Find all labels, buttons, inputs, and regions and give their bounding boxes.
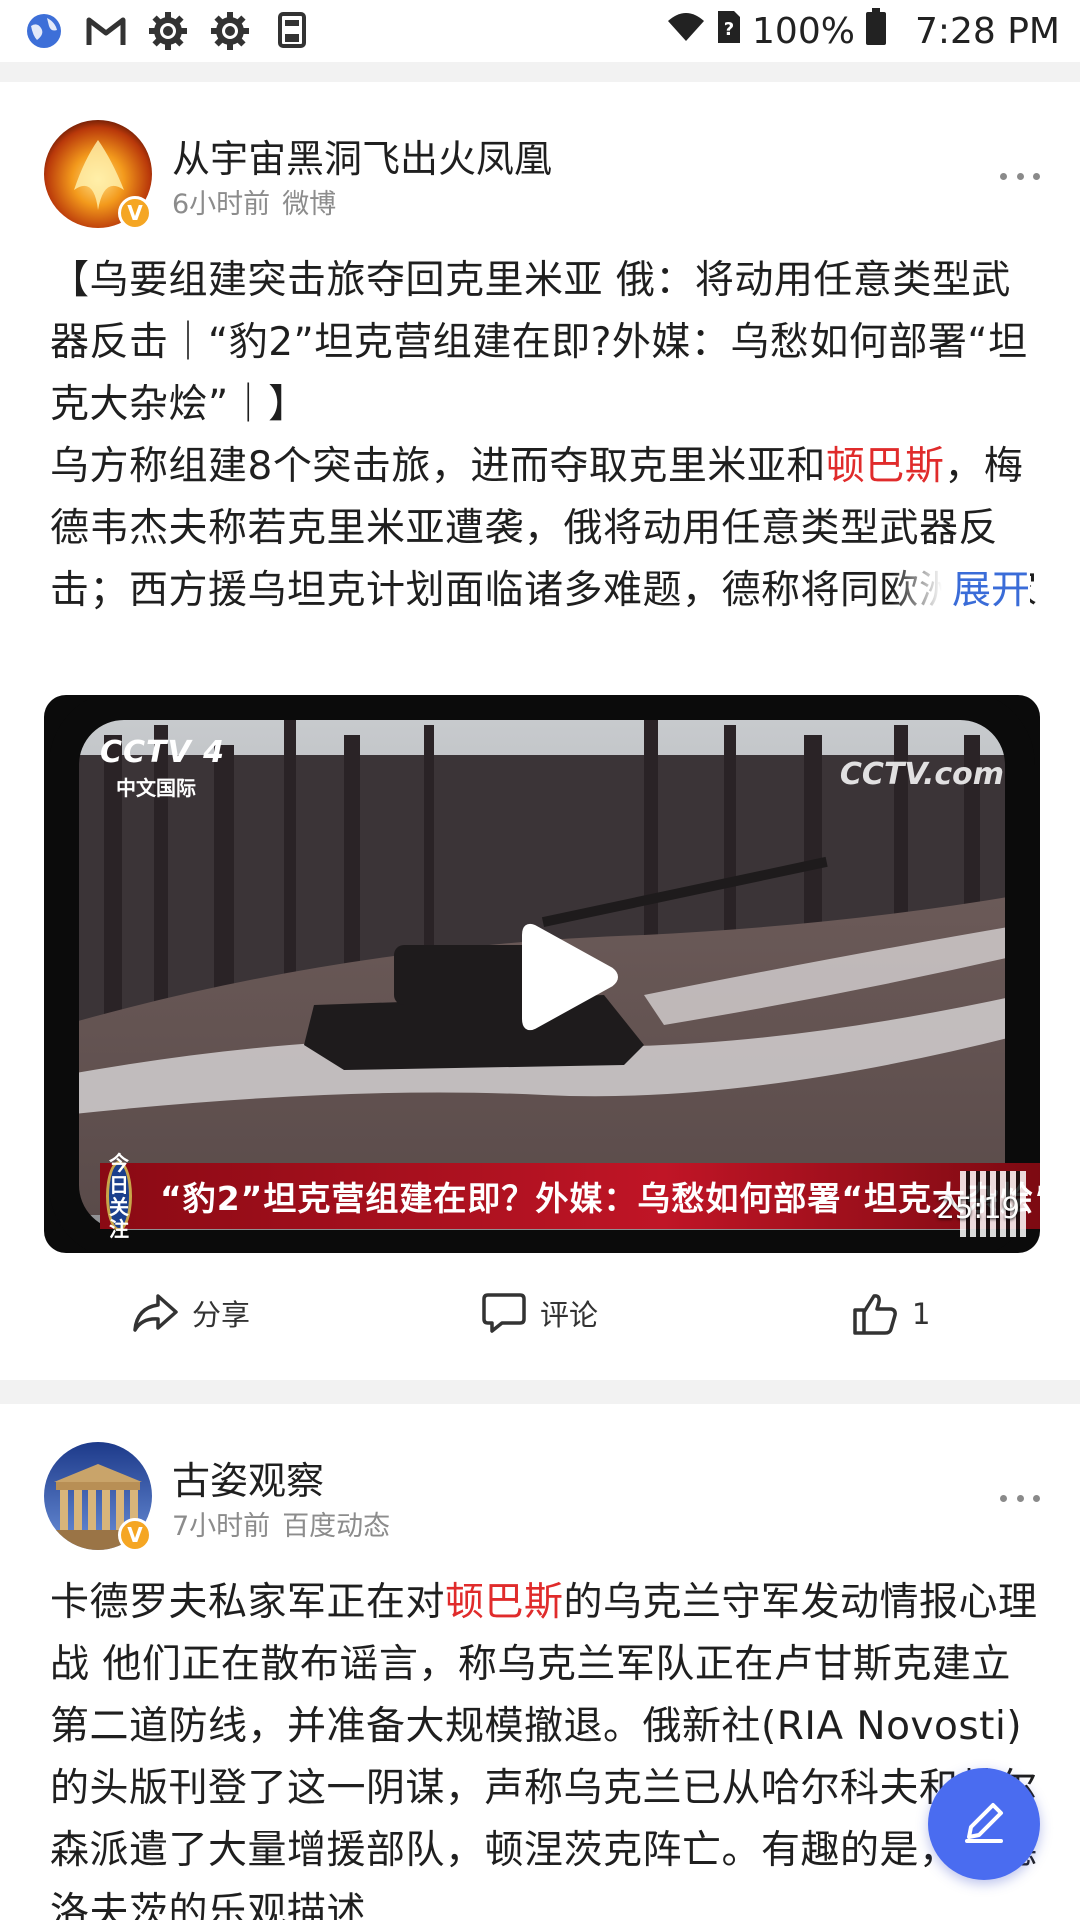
post-body-text: 乌方称组建8个突击旅，进而夺取克里米亚和 — [50, 444, 826, 489]
video-duration: 25:19 — [936, 1191, 1020, 1225]
comment-button[interactable]: 评论 — [482, 1292, 598, 1334]
comment-label: 评论 — [540, 1298, 599, 1332]
wifi-icon — [666, 11, 706, 52]
post-time: 6小时前 — [172, 189, 271, 220]
post-source: 百度动态 — [282, 1511, 391, 1542]
share-label: 分享 — [192, 1298, 251, 1332]
video-caption: “豹2”坦克营组建在即？外媒：乌愁如何部署“坦克大杂烩” — [160, 1179, 1040, 1218]
sim-unknown-icon: ? — [716, 9, 742, 54]
battery-percent: 100% — [752, 10, 855, 52]
more-options-icon[interactable] — [1000, 166, 1040, 186]
post-body-text: 的乌克兰守军发动情报心理战 他们正在散布谣言，称乌克兰军队正在卢甘斯克建立第二道… — [50, 1580, 1038, 1920]
status-bar: ? 100% 7:28 PM — [0, 0, 1080, 62]
post-time: 7小时前 — [172, 1511, 271, 1542]
reader-app-icon — [272, 11, 312, 51]
verified-badge-icon: V — [118, 196, 152, 230]
settings-gear-icon — [210, 11, 250, 51]
feed-top-divider — [0, 62, 1080, 82]
svg-text:?: ? — [724, 19, 734, 40]
like-count: 1 — [912, 1297, 931, 1331]
post-action-bar: 分享 评论 1 — [0, 1280, 1080, 1356]
browser-globe-icon — [24, 11, 64, 51]
battery-icon — [865, 7, 887, 55]
share-icon — [132, 1292, 178, 1334]
channel-logo: CCTV 4 中文国际 — [100, 735, 226, 800]
more-options-icon[interactable] — [1000, 1488, 1040, 1508]
compose-button[interactable] — [928, 1768, 1040, 1880]
topic-link[interactable]: 顿巴斯 — [826, 444, 945, 489]
channel-watermark: CCTV.com — [839, 757, 1004, 792]
post-content[interactable]: 卡德罗夫私家军正在对顿巴斯的乌克兰守军发动情报心理战 他们正在散布谣言，称乌克兰… — [50, 1572, 1040, 1920]
post-title: 【乌要组建突击旅夺回克里米亚 俄：将动用任意类型武器反击｜“豹2”坦克营组建在即… — [50, 258, 1028, 427]
pencil-edit-icon — [959, 1797, 1009, 1851]
feed-post[interactable]: V 古姿观察 7小时前 百度动态 卡德罗夫私家军正在对顿巴斯的乌克兰守军发动情报心… — [0, 1404, 1080, 1920]
expand-button[interactable]: 展开 — [892, 560, 1031, 622]
video-player[interactable]: CCTV 4 中文国际 CCTV.com 今日关注 “豹2”坦克营组建在即？外媒… — [44, 695, 1040, 1253]
clock: 7:28 PM — [914, 10, 1060, 52]
feed-divider — [0, 1380, 1080, 1404]
settings-gear-icon — [148, 11, 188, 51]
post-body-text: 卡德罗夫私家军正在对 — [50, 1580, 446, 1625]
thumbs-up-icon — [852, 1292, 898, 1336]
gmail-icon — [86, 11, 126, 51]
news-caption-bar: 今日关注 “豹2”坦克营组建在即？外媒：乌愁如何部署“坦克大杂烩” — [100, 1152, 1040, 1240]
play-icon[interactable] — [512, 917, 622, 1037]
verified-badge-icon: V — [118, 1518, 152, 1552]
topic-link[interactable]: 顿巴斯 — [445, 1580, 564, 1625]
post-meta: 7小时前 百度动态 — [172, 1504, 390, 1543]
post-meta: 6小时前 微博 — [172, 182, 336, 221]
feed-post[interactable]: V 从宇宙黑洞飞出火凤凰 6小时前 微博 【乌要组建突击旅夺回克里米亚 俄：将动用… — [0, 82, 1080, 1380]
comment-icon — [482, 1292, 526, 1334]
program-badge: 今日关注 — [106, 1152, 132, 1240]
author-name[interactable]: 古姿观察 — [172, 1450, 324, 1505]
post-source: 微博 — [282, 189, 337, 220]
author-name[interactable]: 从宇宙黑洞飞出火凤凰 — [172, 128, 552, 183]
share-button[interactable]: 分享 — [132, 1292, 250, 1334]
like-button[interactable]: 1 — [852, 1292, 930, 1336]
